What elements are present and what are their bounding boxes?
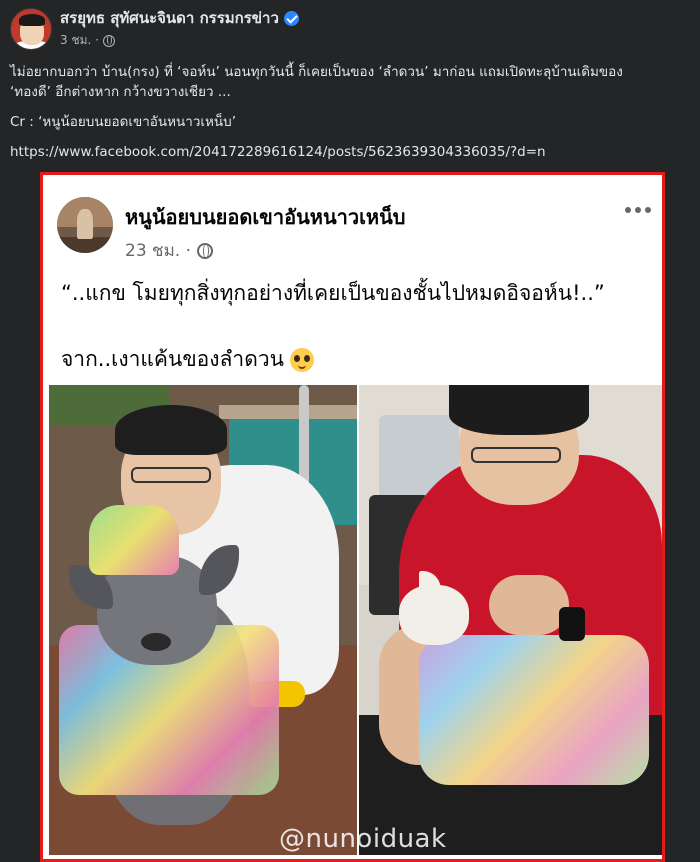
globe-icon [197, 242, 213, 259]
more-options-icon [625, 207, 651, 213]
smartwatch [559, 607, 585, 641]
verified-badge-icon [283, 10, 299, 26]
embedded-timestamp-row: 23 ชม. · [125, 237, 405, 264]
post-meta: สรยุทธ สุทัศนะจินดา กรรมกรข่าว 3 ชม. · [60, 8, 299, 50]
post-text-line-2: ‘ทองดี’ อีกต่างหาก กว้างขวางเชียว ... [10, 84, 231, 100]
embedded-post-header: หนูน้อยบนยอดเขาอันหนาวเหน็บ 23 ชม. · [57, 197, 405, 264]
post-text-line-1: ไม่อยากบอกว่า บ้าน(กรง) ที่ ‘จอห์น’ นอนท… [10, 64, 623, 80]
towel-on-head [89, 505, 179, 575]
author-avatar[interactable] [10, 8, 52, 50]
post-timestamp[interactable]: 3 ชม. · [60, 31, 99, 50]
man-hair [449, 385, 589, 435]
embedded-timestamp: 23 ชม. · [125, 241, 191, 261]
author-row: สรยุทธ สุทัศนะจินดา กรรมกรข่าว [60, 8, 299, 28]
pleading-face-icon [290, 347, 314, 372]
glasses [471, 447, 561, 463]
shared-image[interactable]: หนูน้อยบนยอดเขาอันหนาวเหน็บ 23 ชม. · “..… [40, 172, 665, 862]
dog-nose [141, 633, 171, 651]
hand-right [489, 575, 569, 635]
photo-watermark: @nunoiduak [279, 824, 447, 854]
embedded-author-avatar [57, 197, 113, 253]
embedded-from-text: จาก..เงาแค้นของลำดวน [61, 347, 284, 371]
man-hair [115, 405, 227, 455]
embedded-author-name: หนูน้อยบนยอดเขาอันหนาวเหน็บ [125, 205, 406, 229]
avatar-figure [77, 209, 93, 239]
author-name[interactable]: สรยุทธ สุทัศนะจินดา กรรมกรข่าว [60, 6, 279, 30]
post-body: ไม่อยากบอกว่า บ้าน(กรง) ที่ ‘จอห์น’ นอนท… [10, 62, 690, 172]
towel [419, 635, 649, 785]
embedded-quote: “..แกข โมยทุกสิ่งทุกอย่างที่เคยเป็นของชั… [61, 281, 605, 305]
embedded-from-line: จาก..เงาแค้นของลำดวน [61, 343, 314, 376]
photo-man-with-dog [49, 385, 357, 855]
post-link[interactable]: https://www.facebook.com/204172289616124… [10, 144, 546, 160]
timestamp-row: 3 ชม. · [60, 31, 299, 50]
avatar-ground [57, 237, 113, 253]
post-header: สรยุทธ สุทัศนะจินดา กรรมกรข่าว 3 ชม. · [10, 8, 299, 50]
globe-icon [102, 34, 115, 47]
post-credit: Cr : ‘หนูน้อยบนยอดเขาอันหนาวเหน็บ’ [10, 114, 237, 130]
avatar-hair [19, 14, 45, 26]
photo-man-with-cat [359, 385, 662, 855]
glasses [131, 467, 211, 483]
post-text-paragraph: ไม่อยากบอกว่า บ้าน(กรง) ที่ ‘จอห์น’ นอนท… [10, 62, 690, 102]
embedded-meta: หนูน้อยบนยอดเขาอันหนาวเหน็บ 23 ชม. · [125, 201, 405, 264]
pool-edge [219, 405, 357, 419]
